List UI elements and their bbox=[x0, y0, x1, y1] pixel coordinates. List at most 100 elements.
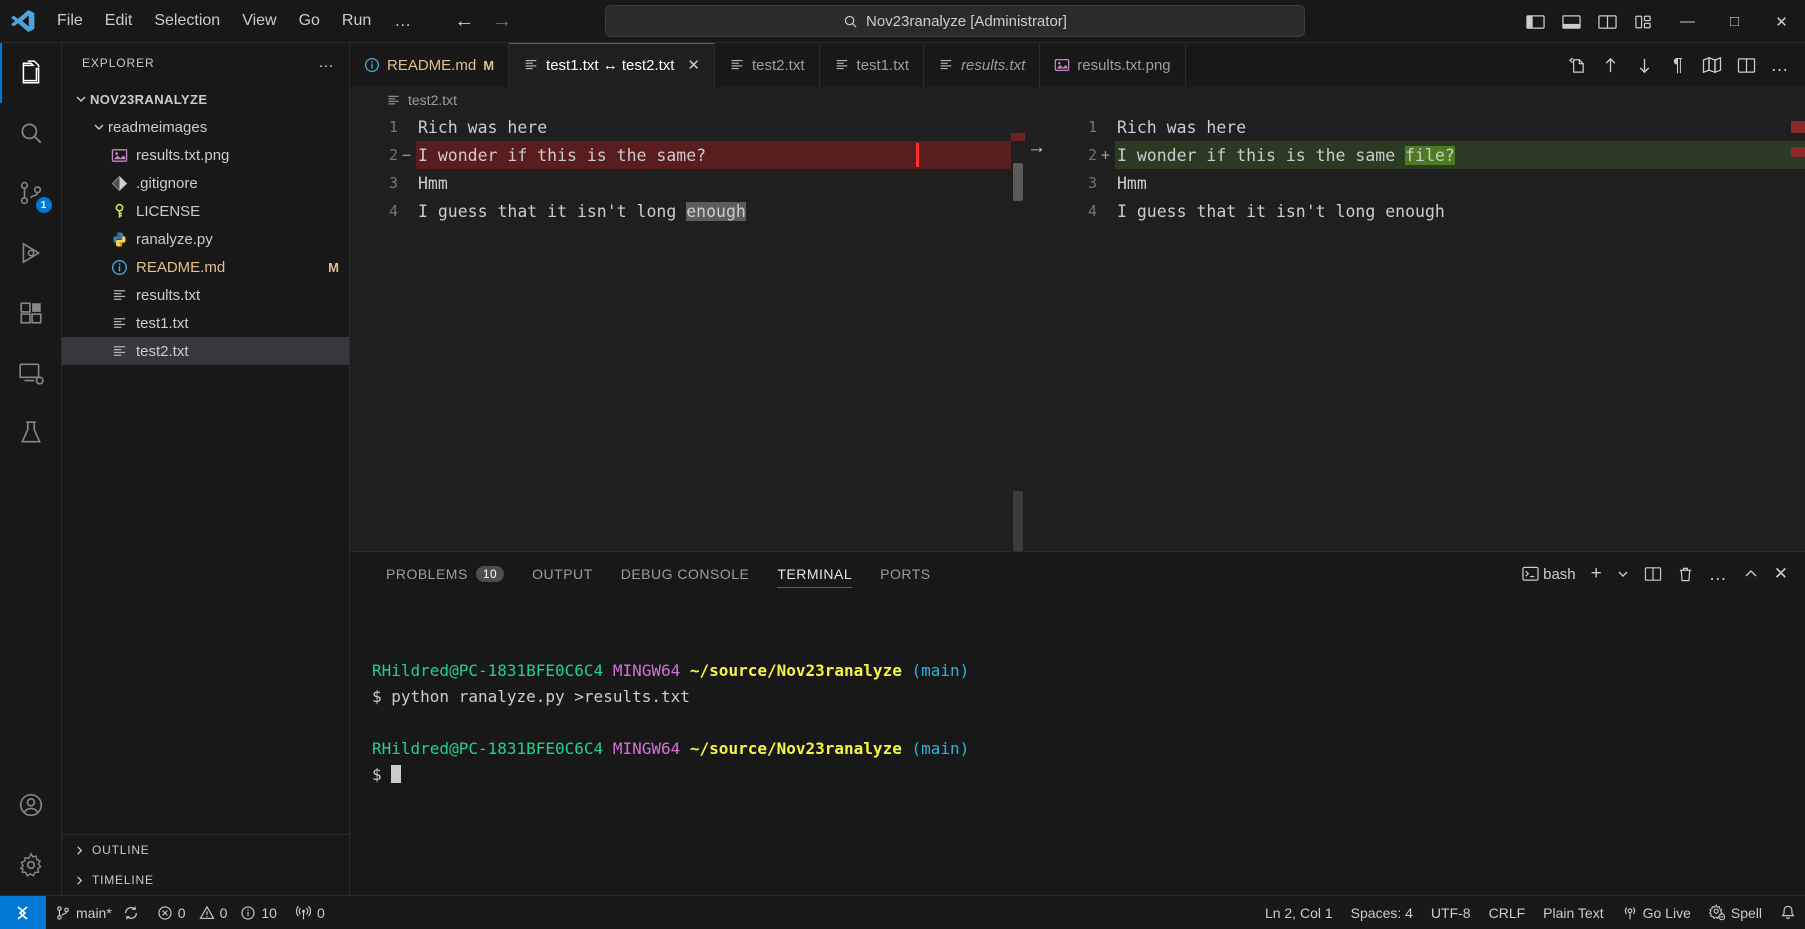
diff-right-code[interactable]: 1 Rich was here 2 + I wonder if this is … bbox=[1049, 113, 1805, 551]
menu-edit[interactable]: Edit bbox=[94, 8, 144, 34]
menu-overflow-icon[interactable]: … bbox=[382, 11, 424, 31]
status-encoding[interactable]: UTF-8 bbox=[1422, 896, 1480, 929]
activity-search[interactable] bbox=[0, 103, 62, 163]
new-terminal-icon[interactable]: + bbox=[1586, 559, 1607, 589]
diff-right-pane[interactable]: 1 Rich was here 2 + I wonder if this is … bbox=[1049, 87, 1805, 551]
kill-terminal-icon[interactable] bbox=[1672, 559, 1699, 589]
minimize-button[interactable]: — bbox=[1664, 0, 1711, 43]
status-problems[interactable]: 0 0 10 bbox=[148, 896, 286, 929]
apply-change-arrow-icon[interactable]: → bbox=[1027, 137, 1046, 159]
terminal-more-icon[interactable]: … bbox=[1704, 559, 1733, 589]
activity-run-and-debug[interactable] bbox=[0, 223, 62, 283]
activity-extensions[interactable] bbox=[0, 283, 62, 343]
panel-tab-output[interactable]: OUTPUT bbox=[518, 552, 607, 596]
terminal-icon bbox=[1522, 566, 1539, 582]
split-terminal-icon[interactable] bbox=[1639, 559, 1667, 589]
command-center[interactable]: Nov23ranalyze [Administrator] bbox=[605, 5, 1305, 37]
activity-source-control[interactable]: 1 bbox=[0, 163, 62, 223]
terminal-shell-selector[interactable]: bash bbox=[1517, 559, 1581, 589]
previous-change-icon[interactable] bbox=[1595, 50, 1625, 80]
maximize-button[interactable]: □ bbox=[1711, 0, 1758, 43]
diff-left-pane[interactable]: test2.txt 1 Rich was here 2 − I wonder i… bbox=[350, 87, 1025, 551]
sidebar-more-icon[interactable]: … bbox=[318, 54, 335, 72]
line-number: 2 bbox=[1087, 146, 1097, 164]
tree-root-nov23ranalyze[interactable]: NOV23RANALYZE bbox=[62, 85, 349, 113]
sync-icon[interactable] bbox=[123, 905, 139, 921]
tab-test2-txt[interactable]: test2.txt bbox=[715, 43, 820, 87]
panel-tab-terminal[interactable]: TERMINAL bbox=[763, 552, 866, 596]
overview-change-marker bbox=[1791, 121, 1805, 133]
tab-readme-md[interactable]: README.md M bbox=[350, 43, 510, 87]
go-forward-icon[interactable]: → bbox=[492, 11, 512, 31]
activity-explorer[interactable] bbox=[0, 43, 62, 103]
tab-diff-test1-test2[interactable]: test1.txt ↔ test2.txt ✕ bbox=[509, 43, 715, 87]
remote-window-icon[interactable] bbox=[0, 895, 46, 929]
menu-go[interactable]: Go bbox=[288, 8, 331, 34]
tab-test1-txt[interactable]: test1.txt bbox=[819, 43, 925, 87]
tree-item-results-txt[interactable]: results.txt bbox=[62, 281, 349, 309]
menu-view[interactable]: View bbox=[231, 8, 287, 34]
map-icon[interactable] bbox=[1697, 50, 1727, 80]
activity-accounts[interactable] bbox=[0, 775, 62, 835]
menu-selection[interactable]: Selection bbox=[143, 8, 231, 34]
status-editor-position[interactable]: Ln 2, Col 1 bbox=[1256, 896, 1342, 929]
menu-run[interactable]: Run bbox=[331, 8, 382, 34]
left-scrollbar-thumb[interactable] bbox=[1013, 163, 1023, 201]
diff-editor[interactable]: test2.txt 1 Rich was here 2 − I wonder i… bbox=[350, 87, 1805, 551]
panel-tab-problems[interactable]: PROBLEMS 10 bbox=[372, 552, 518, 596]
close-window-button[interactable]: ✕ bbox=[1758, 0, 1805, 43]
tab-results-txt[interactable]: results.txt bbox=[924, 43, 1041, 87]
line-sign: + bbox=[1101, 146, 1111, 164]
section-outline[interactable]: OUTLINE bbox=[62, 835, 349, 865]
menu-bar[interactable]: File Edit Selection View Go Run … bbox=[46, 8, 424, 34]
status-indentation[interactable]: Spaces: 4 bbox=[1342, 896, 1422, 929]
section-timeline[interactable]: TIMELINE bbox=[62, 865, 349, 895]
diff-right-overview-ruler[interactable] bbox=[1791, 87, 1805, 551]
panel-tab-debug-console[interactable]: DEBUG CONSOLE bbox=[607, 552, 764, 596]
status-notifications[interactable] bbox=[1771, 896, 1805, 929]
open-changes-icon[interactable] bbox=[1561, 50, 1591, 80]
toggle-whitespace-icon[interactable]: ¶ bbox=[1663, 50, 1693, 80]
left-scrollbar-thumb-lower[interactable] bbox=[1013, 491, 1023, 551]
panel-tab-ports[interactable]: PORTS bbox=[866, 552, 944, 596]
status-go-live[interactable]: Go Live bbox=[1613, 896, 1700, 929]
activity-remote-explorer[interactable] bbox=[0, 343, 62, 403]
diff-left-code[interactable]: 1 Rich was here 2 − I wonder if this is … bbox=[350, 113, 1025, 551]
toggle-primary-sidebar-icon[interactable] bbox=[1520, 7, 1550, 37]
tab-results-txt-png[interactable]: results.txt.png bbox=[1040, 43, 1186, 87]
split-editor-icon[interactable] bbox=[1731, 50, 1761, 80]
tree-item-readme-md[interactable]: README.md M bbox=[62, 253, 349, 281]
tree-item-test1-txt[interactable]: test1.txt bbox=[62, 309, 349, 337]
tree-item-license[interactable]: LICENSE bbox=[62, 197, 349, 225]
tree-item-readmeimages[interactable]: readmeimages bbox=[62, 113, 349, 141]
tree-item-gitignore[interactable]: .gitignore bbox=[62, 169, 349, 197]
status-branch[interactable]: main* bbox=[46, 896, 148, 929]
status-spell-checker[interactable]: Spell bbox=[1700, 896, 1771, 929]
tree-item-results-txt-png[interactable]: results.txt.png bbox=[62, 141, 349, 169]
toggle-panel-icon[interactable] bbox=[1556, 7, 1586, 37]
toggle-secondary-sidebar-icon[interactable] bbox=[1592, 7, 1622, 37]
maximize-panel-icon[interactable] bbox=[1738, 559, 1764, 589]
terminal-input-line[interactable]: $ bbox=[372, 762, 1805, 788]
line-number: 1 bbox=[388, 118, 398, 136]
close-panel-icon[interactable]: ✕ bbox=[1769, 559, 1793, 589]
next-change-icon[interactable] bbox=[1629, 50, 1659, 80]
diff-change-gutter[interactable]: → bbox=[1025, 87, 1049, 551]
status-radio-tower[interactable]: 0 bbox=[286, 896, 334, 929]
tab-close-icon[interactable]: ✕ bbox=[687, 56, 700, 74]
more-actions-icon[interactable]: … bbox=[1765, 50, 1795, 80]
status-language-mode[interactable]: Plain Text bbox=[1534, 896, 1612, 929]
menu-file[interactable]: File bbox=[46, 8, 94, 34]
activity-testing[interactable] bbox=[0, 403, 62, 463]
tree-item-ranalyze-py[interactable]: ranalyze.py bbox=[62, 225, 349, 253]
go-back-icon[interactable]: ← bbox=[454, 11, 474, 31]
activity-settings[interactable] bbox=[0, 835, 62, 895]
tree-item-label: results.txt.png bbox=[136, 146, 230, 164]
source-control-badge: 1 bbox=[35, 197, 52, 213]
customize-layout-icon[interactable] bbox=[1628, 7, 1658, 37]
tree-item-test2-txt[interactable]: test2.txt bbox=[62, 337, 349, 365]
diff-left-overview-ruler[interactable] bbox=[1011, 87, 1025, 551]
terminal-output[interactable]: RHildred@PC-1831BFE0C6C4 MINGW64 ~/sourc… bbox=[350, 596, 1805, 895]
status-eol[interactable]: CRLF bbox=[1480, 896, 1535, 929]
terminal-dropdown-icon[interactable] bbox=[1612, 559, 1634, 589]
